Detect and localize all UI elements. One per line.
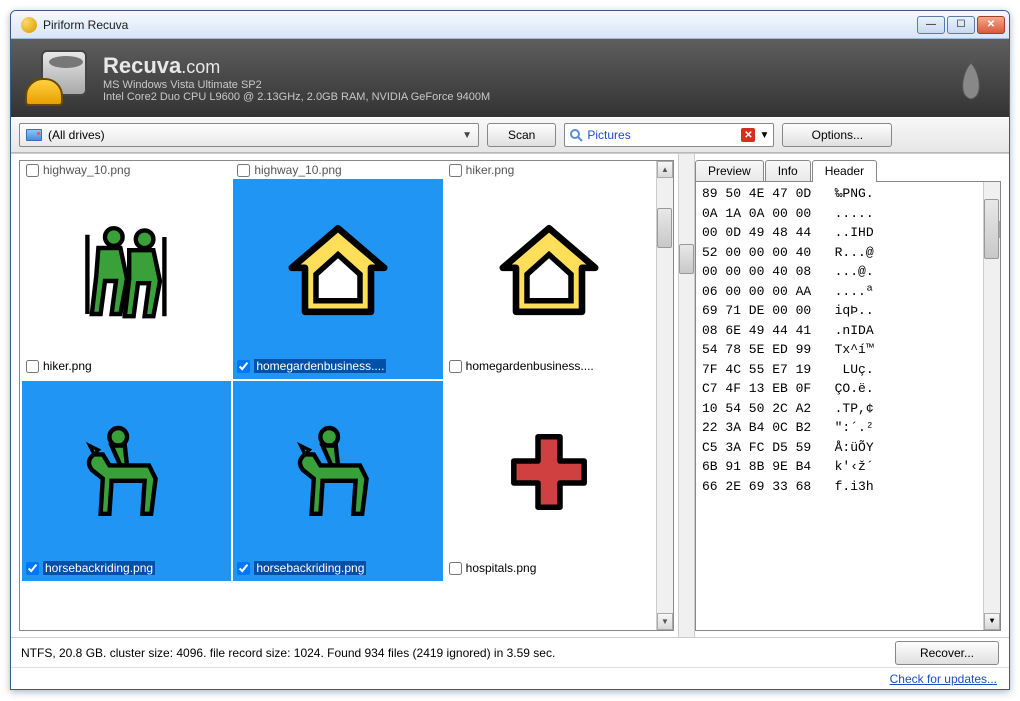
file-name: homegardenbusiness.... [466,359,594,373]
file-label[interactable]: horsebackriding.png [237,559,438,577]
file-thumbnail [237,385,438,559]
recuva-logo [23,48,93,108]
file-checkbox[interactable] [26,360,39,373]
system-line-1: MS Windows Vista Ultimate SP2 [103,79,490,91]
file-checkbox[interactable] [237,562,250,575]
file-thumbnail [449,385,650,559]
file-item[interactable]: horsebackriding.png [233,381,442,581]
footer: Check for updates... [11,667,1009,689]
file-label-truncated[interactable]: highway_10.png [233,163,442,177]
hex-scrollbar[interactable]: ▲ ▼ [983,182,1000,630]
pear-icon [951,51,991,103]
drive-icon [26,129,42,141]
check-updates-link[interactable]: Check for updates... [890,672,997,686]
scroll-up-button[interactable]: ▲ [657,161,673,178]
file-scrollbar[interactable]: ▲ ▼ [656,161,673,630]
file-thumbnail [449,183,650,357]
splitter-scrollbar[interactable] [678,154,695,637]
file-label[interactable]: hiker.png [26,357,227,375]
main-area: highway_10.pnghighway_10.pnghiker.png hi… [11,153,1009,637]
file-list-pane: highway_10.pnghighway_10.pnghiker.png hi… [19,160,674,631]
file-item[interactable]: homegardenbusiness.... [233,179,442,379]
file-grid[interactable]: highway_10.pnghighway_10.pnghiker.png hi… [20,161,656,630]
file-item[interactable]: hospitals.png [445,381,654,581]
scroll-down-button[interactable]: ▼ [657,613,673,630]
brand-name: Recuva [103,53,181,78]
file-name: hiker.png [43,359,92,373]
titlebar[interactable]: Piriform Recuva — ☐ ✕ [11,11,1009,39]
filter-input[interactable]: Pictures ✕ ▼ [564,123,774,147]
app-window: Piriform Recuva — ☐ ✕ Recuva.com MS Wind… [10,10,1010,690]
minimize-button[interactable]: — [917,16,945,34]
file-label-truncated[interactable]: hiker.png [445,163,654,177]
file-checkbox[interactable] [449,360,462,373]
statusbar: NTFS, 20.8 GB. cluster size: 4096. file … [11,637,1009,667]
chevron-down-icon[interactable]: ▼ [759,130,769,141]
scan-button[interactable]: Scan [487,123,556,147]
file-label[interactable]: hospitals.png [449,559,650,577]
file-thumbnail [26,183,227,357]
filter-text: Pictures [587,128,741,142]
app-icon [21,17,37,33]
close-button[interactable]: ✕ [977,16,1005,34]
file-label[interactable]: horsebackriding.png [26,559,227,577]
file-name: horsebackriding.png [43,561,155,575]
scroll-thumb[interactable] [679,244,694,274]
scroll-down-button[interactable]: ▼ [984,613,1000,630]
file-item[interactable]: horsebackriding.png [22,381,231,581]
tab-header[interactable]: Header [812,160,877,182]
file-name: hospitals.png [466,561,537,575]
options-button[interactable]: Options... [782,123,892,147]
file-label[interactable]: homegardenbusiness.... [237,357,438,375]
file-name: homegardenbusiness.... [254,359,386,373]
file-checkbox[interactable] [237,360,250,373]
drive-selector[interactable]: (All drives) ▼ [19,123,479,147]
tab-info[interactable]: Info [765,160,811,182]
file-name: horsebackriding.png [254,561,366,575]
window-title: Piriform Recuva [43,18,917,32]
status-text: NTFS, 20.8 GB. cluster size: 4096. file … [21,646,885,660]
file-thumbnail [26,385,227,559]
scroll-thumb[interactable] [984,199,999,259]
tabs: Preview Info Header [695,160,1001,182]
brand-suffix: .com [181,57,220,77]
tab-preview[interactable]: Preview [695,160,764,182]
search-icon [569,128,583,142]
clear-filter-button[interactable]: ✕ [741,128,755,142]
scroll-thumb[interactable] [657,208,672,248]
file-checkbox[interactable] [449,562,462,575]
file-checkbox[interactable] [26,562,39,575]
system-line-2: Intel Core2 Duo CPU L9600 @ 2.13GHz, 2.0… [103,91,490,103]
file-thumbnail [237,183,438,357]
hex-view[interactable]: 89 50 4E 47 0D ‰PNG. 0A 1A 0A 00 00 ....… [695,181,1001,631]
recover-button[interactable]: Recover... [895,641,999,665]
chevron-down-icon: ▼ [462,130,472,141]
file-item[interactable]: hiker.png [22,179,231,379]
side-pane: Preview Info Header 89 50 4E 47 0D ‰PNG.… [695,160,1001,631]
file-label-truncated[interactable]: highway_10.png [22,163,231,177]
banner: Recuva.com MS Windows Vista Ultimate SP2… [11,39,1009,117]
toolbar: (All drives) ▼ Scan Pictures ✕ ▼ Options… [11,117,1009,153]
maximize-button[interactable]: ☐ [947,16,975,34]
file-label[interactable]: homegardenbusiness.... [449,357,650,375]
drive-label: (All drives) [48,128,462,142]
file-item[interactable]: homegardenbusiness.... [445,179,654,379]
